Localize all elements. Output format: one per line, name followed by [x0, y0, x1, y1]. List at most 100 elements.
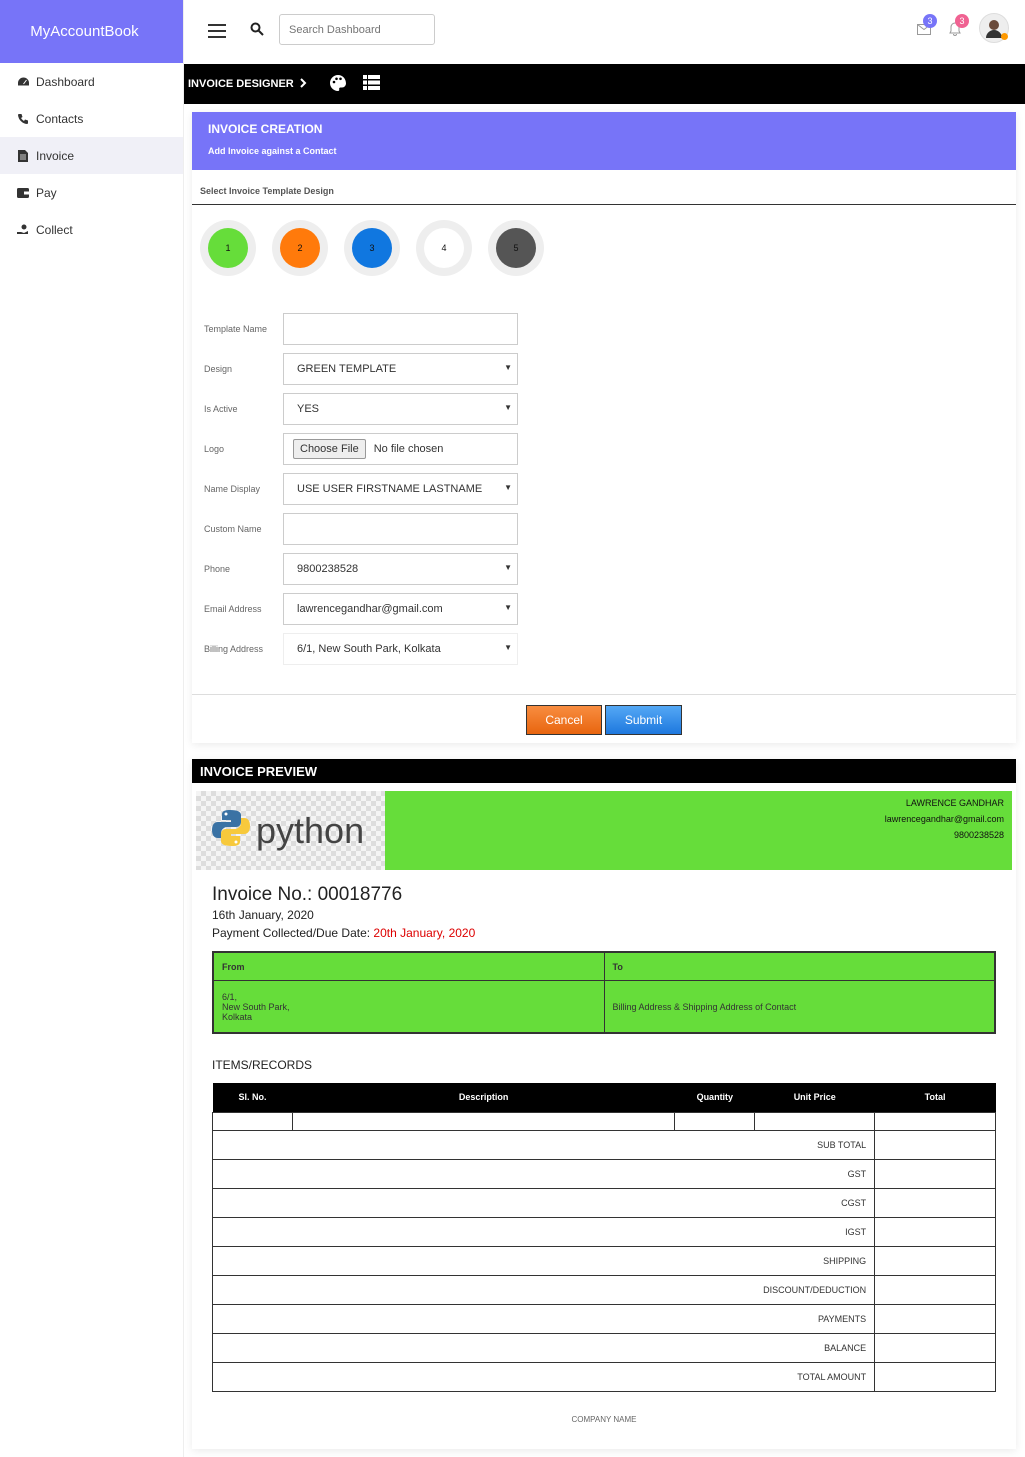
template-option-2[interactable]: 2 — [272, 220, 328, 276]
select-value: 9800238528 — [297, 563, 359, 575]
status-dot — [1001, 33, 1008, 40]
mail-notification[interactable]: 3 — [917, 14, 937, 40]
choose-file-button[interactable]: Choose File — [293, 439, 366, 459]
submit-button[interactable]: Submit — [605, 705, 682, 735]
email-select[interactable]: lawrencegandhar@gmail.com ▼ — [283, 593, 518, 625]
field-label: Logo — [204, 444, 225, 454]
sidebar-item-collect[interactable]: Collect — [0, 211, 183, 248]
template-option-label: 4 — [424, 228, 464, 268]
sidebar-item-label: Collect — [36, 222, 73, 237]
custom-name-input[interactable] — [283, 513, 518, 545]
select-value: YES — [297, 403, 320, 415]
field-label: Template Name — [204, 324, 268, 334]
company-logo: python — [196, 791, 385, 870]
summary-label: IGST — [211, 1216, 876, 1247]
items-table: Sl. No. Description Quantity Unit Price … — [211, 1083, 996, 1392]
invoice-number: Invoice No.: 00018776 — [212, 884, 403, 905]
items-title: ITEMS/RECORDS — [212, 1058, 313, 1072]
field-label: Design — [204, 364, 233, 374]
sidebar-item-label: Dashboard — [36, 74, 95, 89]
app-title[interactable]: MyAccountBook — [0, 0, 183, 63]
template-option-label: 3 — [352, 228, 392, 268]
sidebar-item-contacts[interactable]: Contacts — [0, 100, 183, 137]
summary-label: TOTAL AMOUNT — [211, 1361, 876, 1392]
phone-select[interactable]: 9800238528 ▼ — [283, 553, 518, 585]
design-select[interactable]: GREEN TEMPLATE ▼ — [283, 353, 518, 385]
cancel-button[interactable]: Cancel — [526, 705, 602, 735]
dropdown-arrow-icon: ▼ — [504, 363, 512, 372]
template-option-3[interactable]: 3 — [344, 220, 400, 276]
summary-label: BALANCE — [211, 1332, 876, 1363]
field-label: Is Active — [204, 404, 238, 414]
sidebar-item-invoice[interactable]: Invoice — [0, 137, 183, 174]
card-title: INVOICE CREATION — [208, 122, 323, 136]
contact-block: LAWRENCE GANDHAR lawrencegandhar@gmail.c… — [885, 795, 1004, 843]
sidebar-item-label: Pay — [36, 185, 57, 200]
avatar[interactable] — [979, 13, 1009, 43]
breadcrumb[interactable]: INVOICE DESIGNER — [188, 77, 307, 91]
dropdown-arrow-icon: ▼ — [504, 563, 512, 572]
template-option-label: 2 — [280, 228, 320, 268]
field-label: Custom Name — [204, 524, 262, 534]
summary-row: TOTAL AMOUNT — [211, 1361, 996, 1392]
search-input[interactable] — [279, 14, 435, 45]
select-value: USE USER FIRSTNAME LASTNAME — [297, 483, 483, 495]
column-header: Description — [292, 1083, 675, 1112]
summary-row: DISCOUNT/DEDUCTION — [211, 1274, 996, 1305]
dashboard-icon — [16, 75, 30, 89]
template-option-5[interactable]: 5 — [488, 220, 544, 276]
card-subtitle: Add Invoice against a Contact — [208, 146, 337, 156]
field-label: Phone — [204, 564, 231, 574]
summary-label: PAYMENTS — [211, 1303, 876, 1334]
address-line: Kolkata — [222, 1011, 253, 1022]
billing-address-select[interactable]: 6/1, New South Park, Kolkata ▼ — [283, 633, 518, 665]
document-icon — [16, 149, 30, 163]
template-picker: 1 2 3 4 5 — [200, 220, 544, 276]
is-active-select[interactable]: YES ▼ — [283, 393, 518, 425]
invoice-date: 16th January, 2020 — [212, 908, 314, 922]
contact-email: lawrencegandhar@gmail.com — [884, 814, 1004, 824]
palette-icon[interactable] — [329, 74, 347, 95]
due-date-value: 20th January, 2020 — [373, 926, 476, 940]
email-row: Email Address lawrencegandhar@gmail.com ▼ — [204, 593, 518, 625]
logo-file-input: Choose File No file chosen — [283, 433, 518, 465]
preview-title: INVOICE PREVIEW — [192, 759, 1016, 783]
invoice-preview: INVOICE PREVIEW python LAWRENCE GANDHAR … — [192, 759, 1016, 1449]
summary-label: SUB TOTAL — [211, 1129, 876, 1160]
from-to-table: From To 6/1, New South Park, Kolkata Bil… — [212, 951, 996, 1034]
column-header: Unit Price — [754, 1083, 875, 1112]
template-option-label: 5 — [496, 228, 536, 268]
search-icon[interactable] — [250, 22, 264, 41]
wallet-icon — [16, 186, 30, 200]
template-option-4[interactable]: 4 — [416, 220, 472, 276]
file-status: No file chosen — [373, 443, 444, 455]
template-name-input[interactable] — [283, 313, 518, 345]
chevron-right-icon — [300, 77, 307, 91]
name-display-select[interactable]: USE USER FIRSTNAME LASTNAME ▼ — [283, 473, 518, 505]
invoice-creation-card: INVOICE CREATION Add Invoice against a C… — [192, 112, 1016, 743]
column-header: Sl. No. — [212, 1083, 293, 1112]
address-line: 6/1, — [222, 991, 238, 1002]
sidebar-item-label: Invoice — [36, 148, 75, 163]
contact-name: LAWRENCE GANDHAR — [905, 798, 1004, 808]
breadcrumb-label: INVOICE DESIGNER — [188, 78, 294, 90]
summary-row: PAYMENTS — [211, 1303, 996, 1334]
template-option-1[interactable]: 1 — [200, 220, 256, 276]
phone-icon — [16, 112, 30, 126]
menu-icon[interactable] — [208, 24, 226, 38]
select-value: GREEN TEMPLATE — [297, 363, 397, 375]
summary-row: IGST — [211, 1216, 996, 1247]
phone-row: Phone 9800238528 ▼ — [204, 553, 518, 585]
field-label: Billing Address — [204, 644, 264, 654]
due-date-line: Payment Collected/Due Date: 20th January… — [212, 926, 475, 940]
summary-row: CGST — [211, 1187, 996, 1218]
sidebar-item-pay[interactable]: Pay — [0, 174, 183, 211]
table-icon[interactable] — [362, 75, 380, 93]
template-name-row: Template Name — [204, 313, 518, 345]
bell-notification[interactable]: 3 — [949, 14, 969, 41]
sidebar-item-dashboard[interactable]: Dashboard — [0, 63, 183, 100]
due-date-label: Payment Collected/Due Date: — [212, 926, 374, 940]
dropdown-arrow-icon: ▼ — [504, 643, 512, 652]
invoice-banner: python LAWRENCE GANDHAR lawrencegandhar@… — [196, 791, 1012, 870]
summary-row: SUB TOTAL — [211, 1129, 996, 1160]
